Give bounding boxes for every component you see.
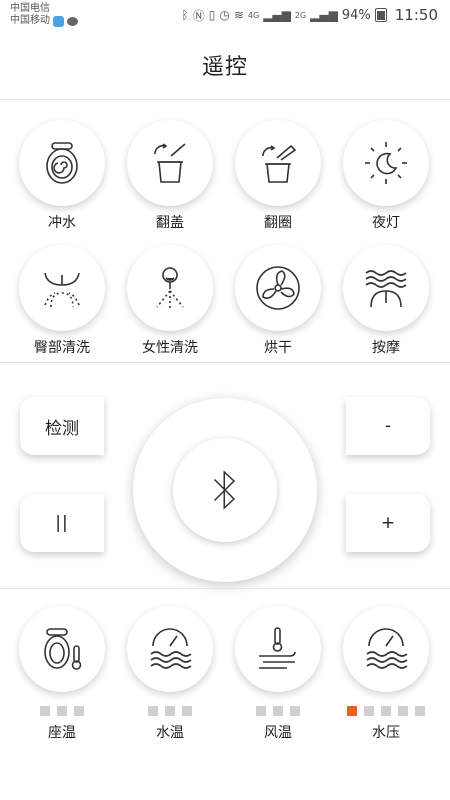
level-box bbox=[398, 706, 408, 716]
seat-flip-button[interactable]: 翻圈 bbox=[228, 120, 328, 232]
seat-temp-icon bbox=[44, 628, 82, 670]
bluetooth-icon bbox=[213, 470, 236, 510]
carrier-info: 中国电信 中国移动 bbox=[10, 3, 78, 27]
seat-temp-label: 座温 bbox=[48, 725, 76, 741]
bluetooth-button[interactable] bbox=[173, 438, 277, 542]
level-box bbox=[415, 706, 425, 716]
carrier-2: 中国移动 bbox=[10, 15, 50, 26]
status-bar: 中国电信 中国移动 ᛒ Ⓝ ▯ ◷ ≋ 4G ▂▄▆ 2G ▂▄▆ 94% 11… bbox=[0, 0, 450, 30]
night-light-icon bbox=[365, 142, 407, 184]
level-box bbox=[256, 706, 266, 716]
divider-2 bbox=[0, 588, 450, 589]
level-box bbox=[381, 706, 391, 716]
vibrate-icon: ▯ bbox=[208, 8, 216, 22]
header: 遥控 bbox=[0, 30, 450, 100]
seat-temp-circle[interactable] bbox=[19, 606, 105, 692]
minus-button[interactable]: - bbox=[346, 397, 430, 455]
plus-button[interactable]: + bbox=[346, 494, 430, 552]
level-box bbox=[148, 706, 158, 716]
wind-temp-level bbox=[256, 706, 300, 716]
level-box bbox=[273, 706, 283, 716]
app-notification-icon bbox=[53, 15, 64, 27]
night-light-label: 夜灯 bbox=[372, 215, 400, 231]
minus-label: - bbox=[384, 416, 392, 436]
wind-temp-control[interactable]: 风温 bbox=[228, 606, 328, 742]
pause-button[interactable]: || bbox=[20, 494, 104, 552]
water-pressure-control[interactable]: 水压 bbox=[336, 606, 436, 742]
feminine-wash-icon bbox=[156, 267, 184, 309]
water-temp-level bbox=[148, 706, 192, 716]
night-light-button[interactable]: 夜灯 bbox=[336, 120, 436, 232]
flush-button[interactable]: 冲水 bbox=[12, 120, 112, 232]
lid-flip-circle[interactable] bbox=[127, 120, 213, 206]
detect-label: 检测 bbox=[45, 418, 79, 439]
rear-wash-label: 臀部清洗 bbox=[34, 340, 90, 356]
fan-dry-icon bbox=[256, 266, 300, 310]
water-pressure-icon bbox=[366, 628, 408, 669]
divider-1 bbox=[0, 362, 450, 363]
level-box bbox=[364, 706, 374, 716]
level-box bbox=[182, 706, 192, 716]
seat-temp-level bbox=[40, 706, 84, 716]
plus-label: + bbox=[380, 513, 396, 533]
massage-icon bbox=[365, 270, 407, 308]
wind-temp-circle[interactable] bbox=[235, 606, 321, 692]
feminine-wash-button[interactable]: 女性清洗 bbox=[120, 245, 220, 357]
water-pressure-label: 水压 bbox=[372, 725, 400, 741]
wind-temp-icon bbox=[259, 627, 296, 669]
level-box bbox=[165, 706, 175, 716]
carrier-1: 中国电信 bbox=[10, 3, 50, 14]
flush-label: 冲水 bbox=[48, 215, 76, 231]
feminine-wash-label: 女性清洗 bbox=[142, 340, 198, 356]
lid-flip-label: 翻盖 bbox=[156, 215, 184, 231]
rear-wash-button[interactable]: 臀部清洗 bbox=[12, 245, 112, 357]
massage-button[interactable]: 按摩 bbox=[336, 245, 436, 357]
seat-flip-icon bbox=[262, 144, 297, 183]
signal-1-icon: ▂▄▆ bbox=[263, 8, 291, 22]
seat-temp-control[interactable]: 座温 bbox=[12, 606, 112, 742]
seat-flip-circle[interactable] bbox=[235, 120, 321, 206]
network-2-label: 2G bbox=[294, 10, 307, 20]
flush-icon bbox=[46, 142, 78, 184]
lid-flip-icon bbox=[154, 143, 186, 183]
night-light-circle[interactable] bbox=[343, 120, 429, 206]
water-pressure-level bbox=[347, 706, 425, 716]
feminine-wash-circle[interactable] bbox=[127, 245, 213, 331]
bluetooth-status-icon: ᛒ bbox=[181, 8, 189, 22]
level-box bbox=[74, 706, 84, 716]
water-pressure-circle[interactable] bbox=[343, 606, 429, 692]
signal-2-icon: ▂▄▆ bbox=[310, 8, 338, 22]
wifi-icon: ≋ bbox=[233, 8, 244, 22]
rear-wash-circle[interactable] bbox=[19, 245, 105, 331]
level-box bbox=[290, 706, 300, 716]
seat-flip-label: 翻圈 bbox=[264, 215, 292, 231]
battery-percent: 94% bbox=[341, 7, 371, 23]
water-temp-label: 水温 bbox=[156, 725, 184, 741]
message-notification-icon bbox=[67, 16, 78, 26]
network-1-label: 4G bbox=[247, 10, 260, 20]
water-temp-icon bbox=[150, 628, 192, 669]
massage-label: 按摩 bbox=[372, 340, 400, 356]
dry-circle[interactable] bbox=[235, 245, 321, 331]
alarm-icon: ◷ bbox=[219, 8, 230, 22]
water-temp-control[interactable]: 水温 bbox=[120, 606, 220, 742]
detect-button[interactable]: 检测 bbox=[20, 397, 104, 455]
page-title: 遥控 bbox=[201, 54, 248, 80]
massage-circle[interactable] bbox=[343, 245, 429, 331]
lid-flip-button[interactable]: 翻盖 bbox=[120, 120, 220, 232]
dry-label: 烘干 bbox=[264, 340, 292, 356]
water-temp-circle[interactable] bbox=[127, 606, 213, 692]
battery-icon bbox=[374, 8, 387, 22]
wind-temp-label: 风温 bbox=[264, 725, 292, 741]
level-box bbox=[57, 706, 67, 716]
nfc-icon: Ⓝ bbox=[192, 8, 205, 23]
dry-button[interactable]: 烘干 bbox=[228, 245, 328, 357]
flush-circle[interactable] bbox=[19, 120, 105, 206]
pause-icon: || bbox=[55, 513, 69, 533]
level-box bbox=[347, 706, 357, 716]
clock: 11:50 bbox=[394, 6, 438, 24]
rear-wash-icon bbox=[44, 272, 80, 308]
level-box bbox=[40, 706, 50, 716]
